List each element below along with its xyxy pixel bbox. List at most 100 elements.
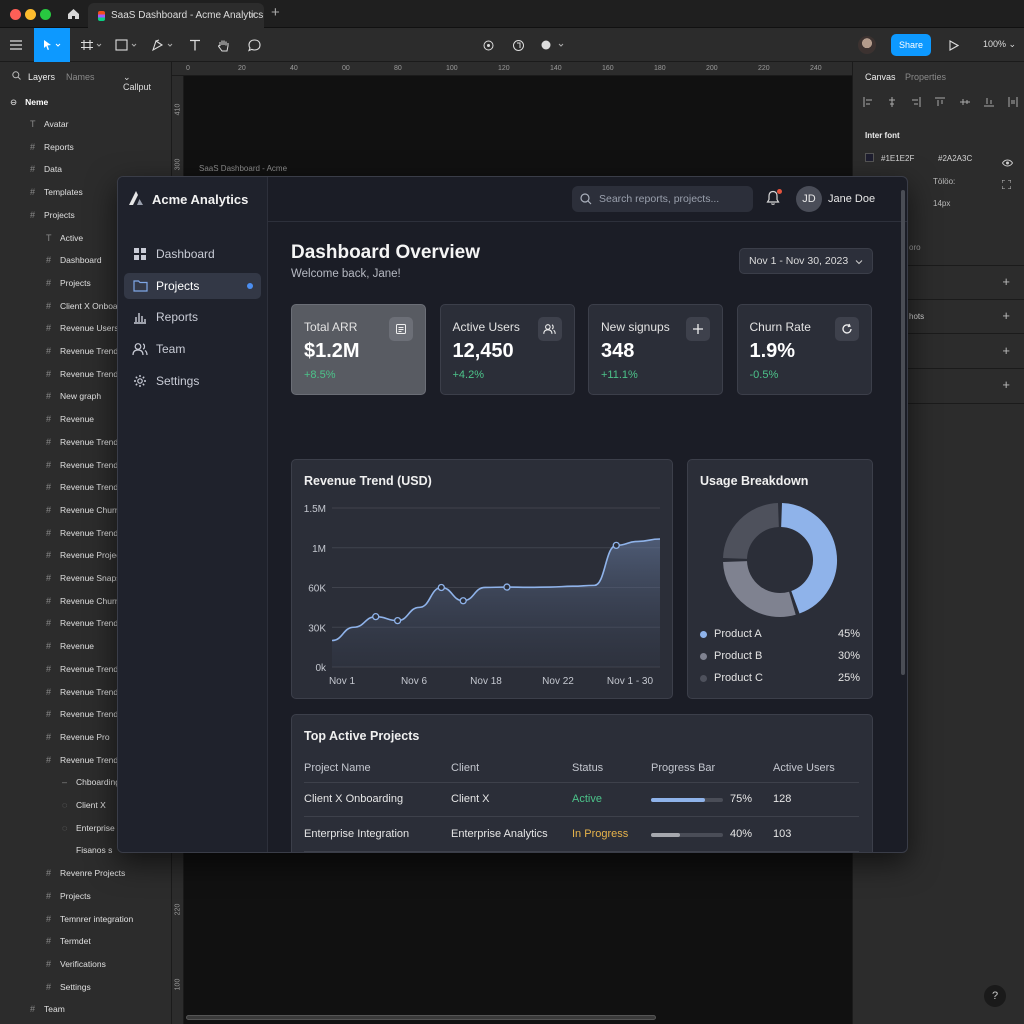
kpi-card-total-arr[interactable]: Total ARR $1.2M +8.5% xyxy=(291,304,426,395)
align-right-icon[interactable] xyxy=(911,94,921,108)
tab-properties[interactable]: Properties xyxy=(905,72,946,82)
help-button[interactable]: ? xyxy=(984,985,1006,1007)
search-icon[interactable] xyxy=(12,71,21,82)
kpi-card-active-users[interactable]: Active Users 12,450 +4.2% xyxy=(439,304,575,395)
eye-icon[interactable] xyxy=(1001,154,1014,172)
close-tab-icon[interactable]: × xyxy=(249,8,256,22)
align-bottom-icon[interactable] xyxy=(983,94,994,108)
layer-root[interactable]: ⊖ Neme xyxy=(10,92,48,112)
shape-tool-icon[interactable] xyxy=(112,28,142,62)
layer-item-label: Projects xyxy=(60,890,91,901)
document-tab[interactable]: SaaS Dashboard - Acme Analytics × xyxy=(88,3,264,28)
layer-item[interactable]: # Termdet xyxy=(46,931,166,951)
tab-canvas[interactable]: Canvas xyxy=(865,72,896,82)
zoom-level-dropdown[interactable]: 100% ⌄ xyxy=(983,39,1016,50)
add-section-button[interactable]: + xyxy=(1002,377,1010,392)
figma-logo-icon xyxy=(98,10,105,21)
layer-item[interactable]: # Verifications xyxy=(46,954,166,974)
dashboard-scrollbar[interactable] xyxy=(901,190,905,675)
nav-item-dashboard[interactable]: Dashboard xyxy=(124,241,261,267)
add-section-button[interactable]: + xyxy=(1002,308,1010,323)
distribute-icon[interactable] xyxy=(1008,94,1018,108)
tab-layers[interactable]: Layers xyxy=(28,72,55,82)
layer-type-icon: # xyxy=(46,686,52,697)
layer-item-label: Revenue xyxy=(60,414,95,425)
search-input[interactable]: Search reports, projects... xyxy=(572,186,753,212)
layer-item[interactable]: # Team xyxy=(30,999,166,1019)
kpi-card-churn-rate[interactable]: Churn Rate 1.9% -0.5% xyxy=(736,304,872,395)
minimize-window-button[interactable] xyxy=(25,9,36,20)
layer-item[interactable]: # Revenre Projects xyxy=(46,863,166,883)
legend-item: Product C 25% xyxy=(700,670,860,686)
frame-tool-icon[interactable] xyxy=(78,28,106,62)
data-point[interactable] xyxy=(437,583,445,592)
resize-icon[interactable] xyxy=(1001,176,1012,194)
layer-type-icon: # xyxy=(46,731,52,742)
components-icon[interactable] xyxy=(478,28,498,62)
frame-label[interactable]: SaaS Dashboard - Acme xyxy=(199,164,287,173)
comment-tool-icon[interactable] xyxy=(242,28,266,62)
document-icon[interactable] xyxy=(389,317,413,341)
layer-item[interactable]: # Temnrer integration xyxy=(46,909,166,929)
present-play-icon[interactable] xyxy=(944,28,964,62)
dashboard-frame[interactable]: Acme Analytics Dashboard Projects Reports T… xyxy=(117,176,908,853)
users-icon[interactable] xyxy=(537,317,562,341)
align-center-h-icon[interactable] xyxy=(887,94,897,108)
horizontal-scrollbar[interactable] xyxy=(186,1015,656,1020)
align-top-icon[interactable] xyxy=(935,94,946,108)
layer-type-icon: T xyxy=(30,119,36,129)
y-tick-label: 60K xyxy=(308,584,326,595)
property-value-2[interactable]: 14px xyxy=(933,199,950,208)
property-value-1[interactable]: Tölöo: xyxy=(933,177,955,186)
move-tool-button[interactable] xyxy=(34,28,70,62)
nav-item-projects[interactable]: Projects xyxy=(124,272,261,299)
data-point[interactable] xyxy=(372,612,380,621)
chevron-down-icon xyxy=(855,256,863,268)
data-point[interactable] xyxy=(459,597,467,605)
appearance-icon[interactable] xyxy=(538,28,568,62)
add-section-button[interactable]: + xyxy=(1002,274,1010,289)
color-value-1[interactable]: #1E1E2F xyxy=(881,154,914,163)
data-point[interactable] xyxy=(503,583,511,591)
align-middle-icon[interactable] xyxy=(959,94,970,108)
layer-item[interactable]: # Projects xyxy=(46,886,166,906)
nav-item-settings[interactable]: Settings xyxy=(124,368,261,394)
nav-item-team[interactable]: Team xyxy=(124,336,261,362)
data-point[interactable] xyxy=(612,541,620,550)
nav-item-reports[interactable]: Reports xyxy=(124,304,261,330)
kpi-card-new-signups[interactable]: New signups 348 +11.1% xyxy=(588,304,723,395)
data-point[interactable] xyxy=(393,616,402,625)
plus-icon[interactable] xyxy=(686,317,710,341)
tab-callout[interactable]: Callput ⌄ xyxy=(123,72,151,92)
align-left-icon[interactable] xyxy=(863,94,873,108)
add-section-button[interactable]: + xyxy=(1002,343,1010,358)
tab-names[interactable]: Names xyxy=(66,72,95,82)
donut-slice-product-c[interactable] xyxy=(723,503,780,560)
date-range-picker[interactable]: Nov 1 - Nov 30, 2023 xyxy=(739,248,873,274)
share-button[interactable]: Share xyxy=(891,34,931,56)
hand-tool-icon[interactable] xyxy=(212,28,234,62)
color-value-2[interactable]: #2A2A3C xyxy=(938,154,972,163)
user-name[interactable]: Jane Doe xyxy=(828,193,875,205)
layer-item[interactable]: # Reports xyxy=(30,137,166,157)
close-window-button[interactable] xyxy=(10,9,21,20)
home-icon[interactable] xyxy=(62,4,84,24)
donut-slice-product-a[interactable] xyxy=(780,503,837,614)
zoom-window-button[interactable] xyxy=(40,9,51,20)
layer-item-label: Revenue Trend xyxy=(60,686,119,697)
text-tool-icon[interactable] xyxy=(184,28,206,62)
main-menu-icon[interactable] xyxy=(4,28,28,62)
avatar[interactable]: JD xyxy=(796,186,822,212)
layer-item[interactable]: # Settings xyxy=(46,977,166,997)
ruler-tick-label: 160 xyxy=(602,65,614,72)
new-tab-button[interactable]: + xyxy=(271,4,280,21)
layer-item[interactable]: T Avatar xyxy=(30,114,166,134)
refresh-icon[interactable] xyxy=(834,317,859,341)
pen-tool-icon[interactable] xyxy=(148,28,178,62)
legend-value: 30% xyxy=(837,650,860,662)
donut-slice-product-b[interactable] xyxy=(723,560,796,617)
plugins-icon[interactable] xyxy=(508,28,528,62)
user-avatar[interactable] xyxy=(858,36,876,54)
color-swatch-1[interactable] xyxy=(865,153,874,162)
font-label: Inter font xyxy=(865,131,900,140)
